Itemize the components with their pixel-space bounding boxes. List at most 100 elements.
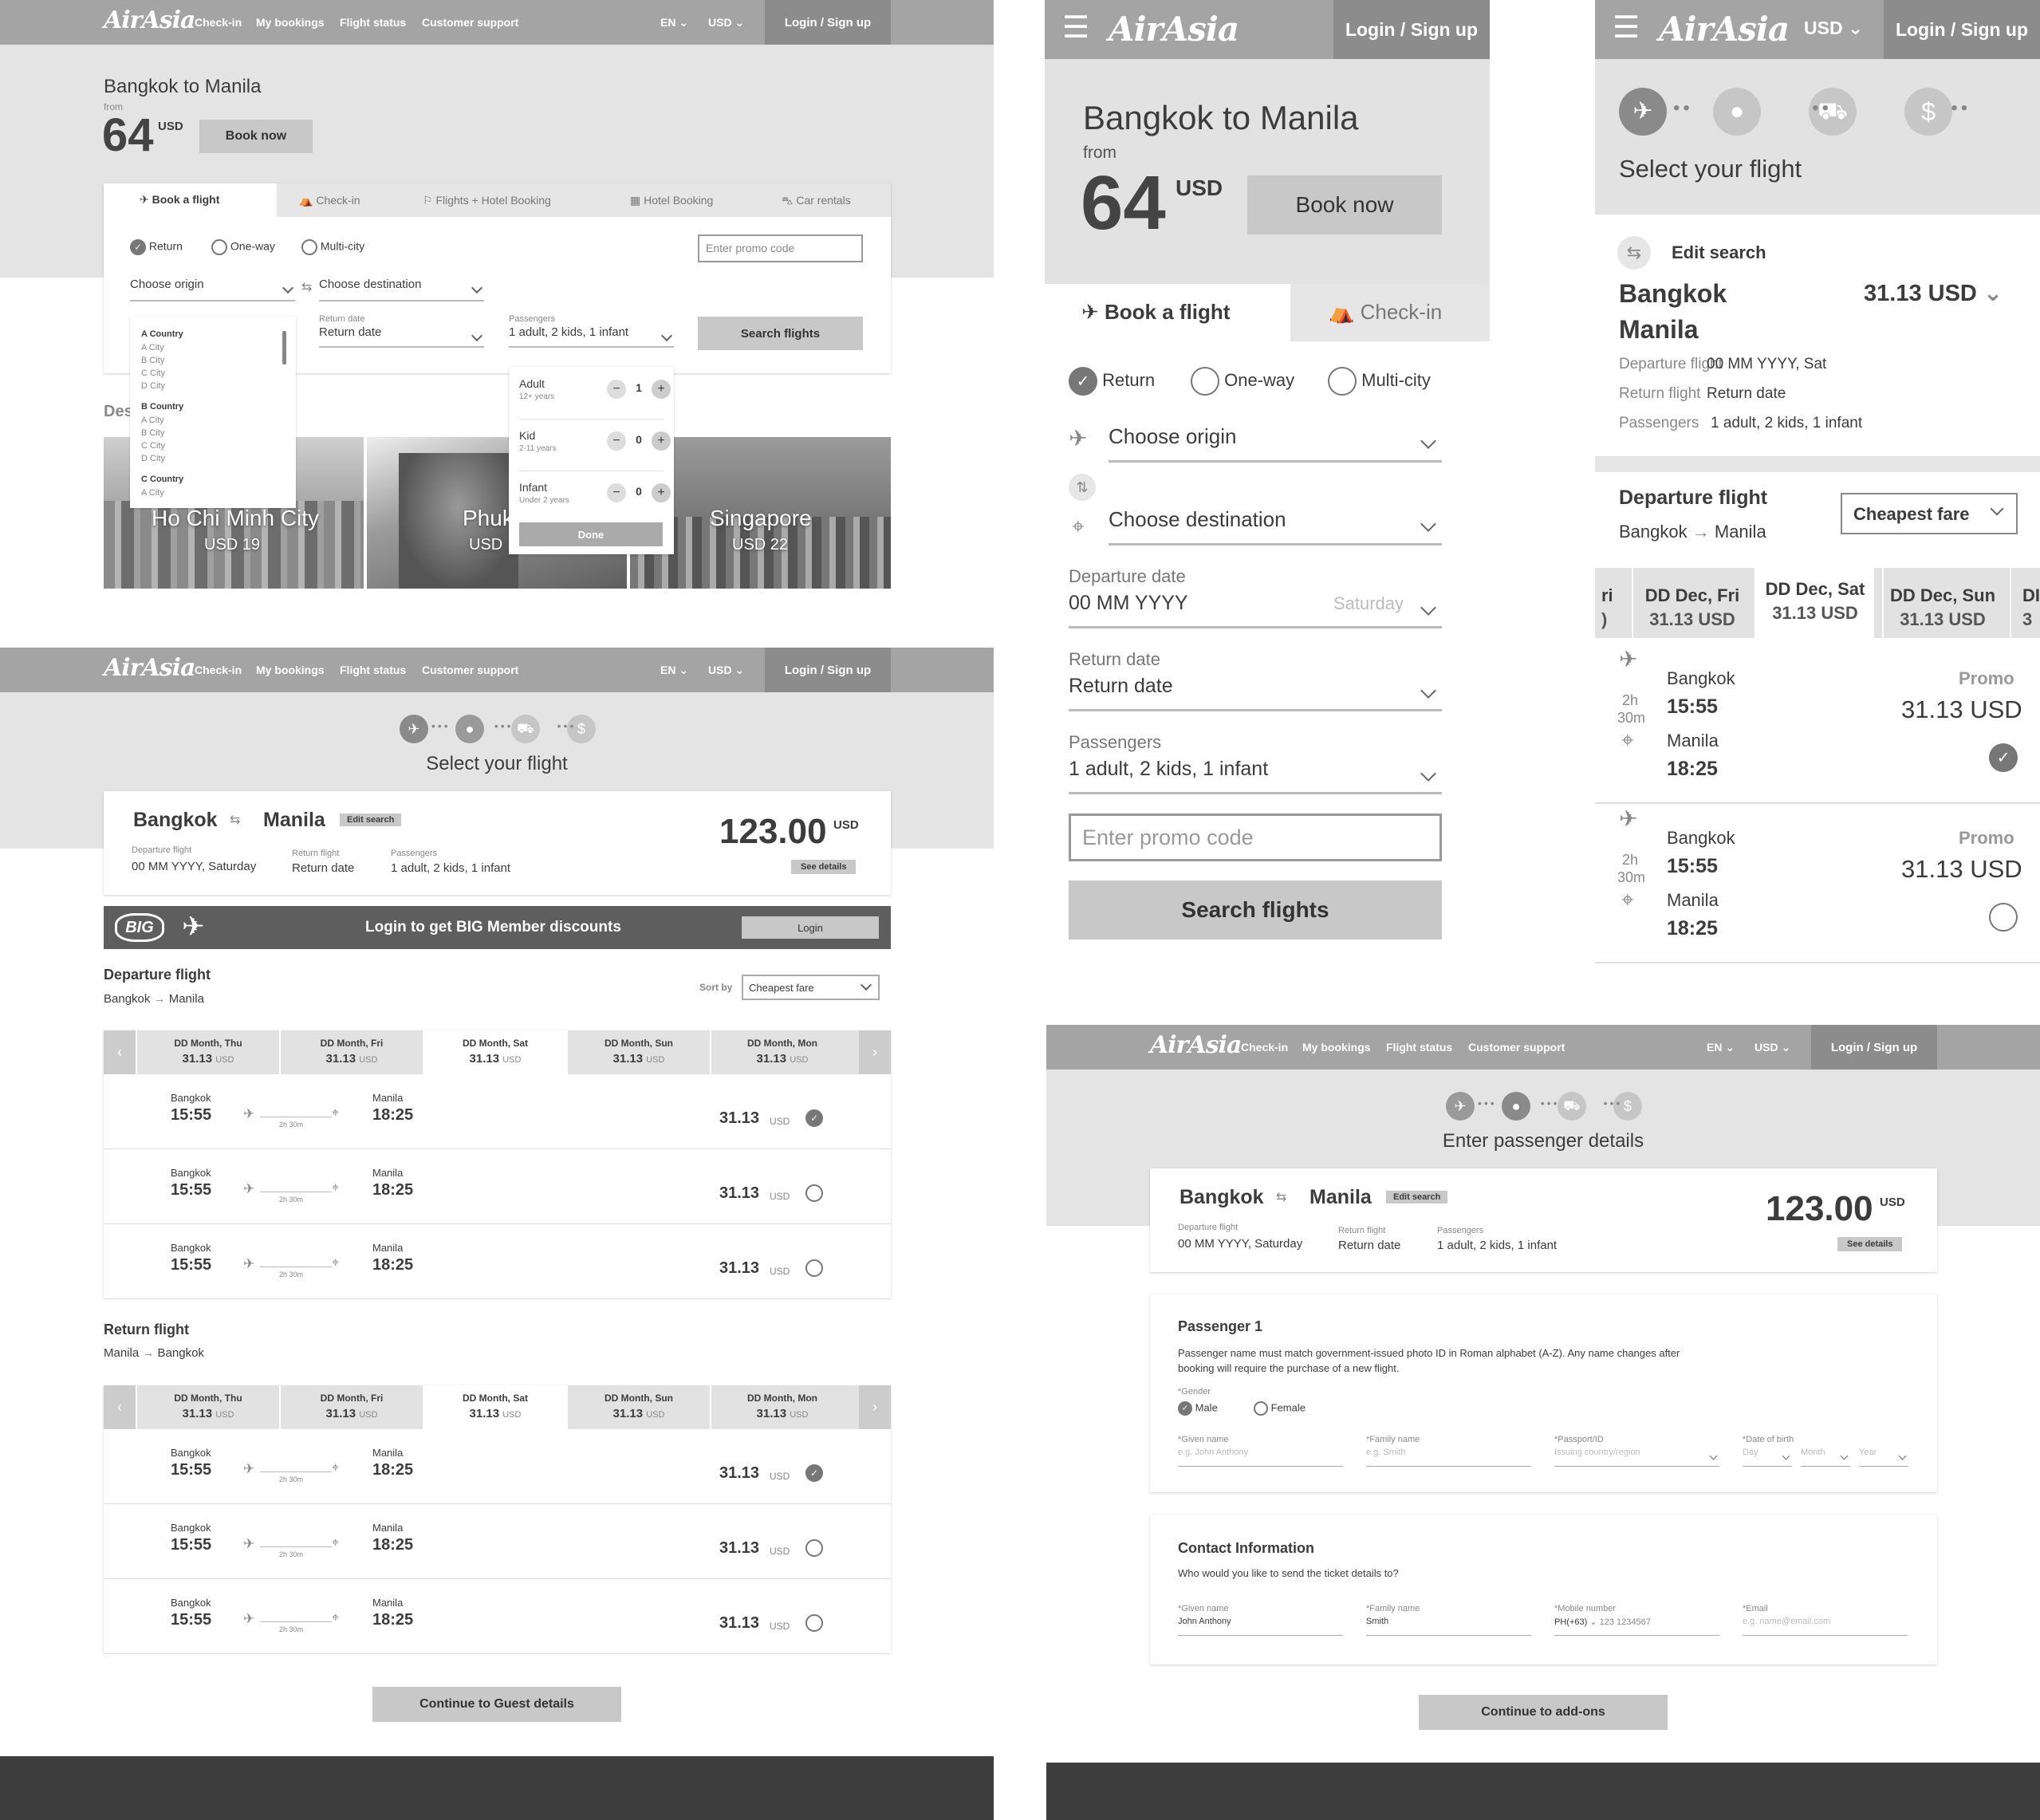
date-tab[interactable]: DD Dec, Fri 31.13 USD [1632, 568, 1751, 638]
flight-row[interactable]: Bangkok 15:55 ✈ 2h 30m ⌖ Manila 18:25 31.13 USD [104, 1504, 891, 1579]
nav-my-bookings[interactable]: My bookings [1302, 1041, 1371, 1054]
prev-date-arrow[interactable]: ‹ [104, 1385, 136, 1429]
plus-icon[interactable]: + [652, 380, 671, 399]
nav-my-bookings[interactable]: My bookings [256, 664, 325, 676]
book-now-button[interactable]: Book now [199, 120, 313, 153]
brand-logo[interactable]: AirAsia [1150, 1031, 1242, 1059]
minus-icon[interactable]: − [607, 380, 626, 399]
login-signup-button[interactable]: Login / Sign up [1333, 0, 1490, 59]
flight-row[interactable]: Bangkok 15:55 ✈ 2h 30m ⌖ Manila 18:25 31.13 USD [104, 1224, 891, 1299]
trip-type-return[interactable]: Return [1069, 367, 1155, 396]
text-field[interactable]: PH(+63) ⌄ 123 1234567 [1554, 1617, 1719, 1636]
see-details-button[interactable]: See details [791, 860, 857, 874]
date-tab[interactable]: DD Month, Fri 31.13 USD [279, 1030, 423, 1074]
login-signup-button[interactable]: Login / Sign up [1811, 1025, 1937, 1070]
search-flights-button[interactable]: Search flights [1069, 880, 1442, 940]
tab-car-rentals[interactable]: ⛍ Car rentals [782, 194, 851, 209]
dropdown-scrollbar[interactable] [282, 331, 286, 364]
date-tab[interactable]: DD Month, Mon 31.13 USD [710, 1385, 853, 1429]
date-tab[interactable]: DD Dec, Sun 31.13 USD [1882, 568, 2002, 638]
date-tab[interactable]: DD Month, Fri 31.13 USD [279, 1385, 423, 1429]
promo-code-input[interactable]: Enter promo code [698, 234, 863, 262]
date-tab[interactable]: DD Month, Thu 31.13 USD [136, 1030, 279, 1074]
select-flight-radio[interactable] [805, 1464, 823, 1482]
dob-select[interactable]: Day [1743, 1448, 1792, 1467]
edit-search-button[interactable]: Edit search [340, 813, 402, 826]
continue-addons-button[interactable]: Continue to add-ons [1419, 1695, 1668, 1730]
dropdown-city[interactable]: B City [141, 354, 285, 367]
tab-checkin[interactable]: ⛺ Check-in [1329, 300, 1442, 325]
currency-select[interactable]: USD ⌄ [708, 16, 744, 30]
date-tab[interactable]: DD Month, Sun 31.13 USD [566, 1030, 710, 1074]
nav-customer-support[interactable]: Customer support [422, 16, 518, 29]
return-date-select[interactable]: Return date [1069, 675, 1442, 711]
text-field[interactable]: e.g. Smith [1366, 1448, 1531, 1467]
nav-checkin[interactable]: Check-in [195, 664, 242, 676]
currency-select[interactable]: USD ⌄ [708, 664, 744, 677]
tab-book-flight[interactable]: ✈ Book a flight [1045, 284, 1290, 341]
see-details-button[interactable]: See details [1837, 1237, 1903, 1251]
brand-logo[interactable]: AirAsia [104, 654, 195, 682]
minus-icon[interactable]: − [607, 483, 626, 502]
dropdown-city[interactable]: D City [141, 452, 285, 465]
text-field[interactable]: e.g. John Anthony [1178, 1448, 1343, 1467]
text-field[interactable]: Smith [1366, 1617, 1531, 1636]
minus-icon[interactable]: − [607, 431, 626, 451]
origin-select[interactable]: Choose origin [1109, 424, 1442, 463]
select-flight-radio[interactable] [1989, 903, 2018, 932]
nav-flight-status[interactable]: Flight status [340, 16, 406, 29]
currency-select[interactable]: USD ⌄ [1804, 18, 1863, 39]
date-tab[interactable]: DD Month, Sat 31.13 USD [423, 1385, 566, 1429]
flight-row[interactable]: Bangkok 15:55 ✈ 2h 30m ⌖ Manila 18:25 31.13 USD [104, 1074, 891, 1149]
dropdown-city[interactable]: B City [141, 427, 285, 439]
passengers-select[interactable]: 1 adult, 2 kids, 1 infant [509, 325, 674, 348]
passengers-select[interactable]: 1 adult, 2 kids, 1 infant [1069, 758, 1442, 794]
brand-logo[interactable]: AirAsia [104, 6, 195, 34]
edit-search-link[interactable]: Edit search [1672, 242, 1766, 263]
edit-search-button[interactable]: Edit search [1386, 1191, 1448, 1203]
text-field[interactable]: Issuing country/region [1554, 1448, 1719, 1467]
swap-icon[interactable]: ⇅ [1069, 474, 1096, 501]
next-date-arrow[interactable]: › [859, 1385, 891, 1429]
date-tab[interactable]: DD Month, Sun 31.13 USD [566, 1385, 710, 1429]
trip-type-multi-city[interactable]: Multi-city [1328, 367, 1431, 396]
nav-flight-status[interactable]: Flight status [340, 664, 406, 676]
date-tab[interactable]: DD Dec, Sat 31.13 USD [1754, 568, 1874, 638]
book-now-button[interactable]: Book now [1247, 175, 1442, 234]
language-select[interactable]: EN ⌄ [660, 16, 688, 30]
date-tab[interactable]: DD Month, Mon 31.13 USD [710, 1030, 853, 1074]
plus-icon[interactable]: + [652, 431, 671, 451]
gender-female[interactable]: Female [1254, 1401, 1306, 1416]
dropdown-city[interactable]: C City [141, 367, 285, 380]
select-flight-radio[interactable] [805, 1184, 823, 1202]
select-flight-radio[interactable] [805, 1614, 823, 1632]
summary-price[interactable]: 31.13 USD ⌄ [1864, 279, 2003, 307]
trip-type-multi-city[interactable]: Multi-city [301, 239, 364, 255]
flight-row[interactable]: Bangkok 15:55 ✈ 2h 30m ⌖ Manila 18:25 31.13 USD [104, 1579, 891, 1654]
hamburger-menu-icon[interactable]: ☰ [1613, 10, 1640, 45]
sort-select[interactable]: Cheapest fare [1841, 493, 2018, 534]
text-field[interactable]: John Anthony [1178, 1617, 1343, 1636]
dropdown-city[interactable]: D City [141, 380, 285, 392]
nav-checkin[interactable]: Check-in [1241, 1041, 1288, 1054]
dob-select[interactable]: Month [1801, 1448, 1850, 1467]
nav-my-bookings[interactable]: My bookings [256, 16, 325, 29]
select-flight-radio[interactable] [805, 1539, 823, 1557]
text-field[interactable]: e.g. name@email.com [1743, 1617, 1908, 1636]
tab-checkin[interactable]: ⛺ Check-in [299, 194, 360, 207]
trip-type-one-way[interactable]: One-way [211, 239, 275, 255]
origin-select[interactable]: Choose origin [130, 278, 295, 301]
dropdown-city[interactable]: A City [141, 414, 285, 427]
date-tab[interactable]: DI 3 [2010, 568, 2040, 638]
login-signup-button[interactable]: Login / Sign up [1884, 0, 2040, 59]
dob-select[interactable]: Year [1859, 1448, 1908, 1467]
dropdown-city[interactable]: A City [141, 341, 285, 354]
date-tab[interactable]: DD Month, Thu 31.13 USD [136, 1385, 279, 1429]
login-signup-button[interactable]: Login / Sign up [765, 0, 891, 45]
return-date-select[interactable]: Return date [319, 325, 484, 348]
swap-icon[interactable]: ⇆ [301, 279, 312, 295]
nav-customer-support[interactable]: Customer support [422, 664, 518, 676]
nav-flight-status[interactable]: Flight status [1386, 1041, 1452, 1054]
flight-row[interactable]: Bangkok 15:55 ✈ 2h 30m ⌖ Manila 18:25 31.13 USD [104, 1149, 891, 1224]
continue-guest-button[interactable]: Continue to Guest details [372, 1687, 621, 1722]
